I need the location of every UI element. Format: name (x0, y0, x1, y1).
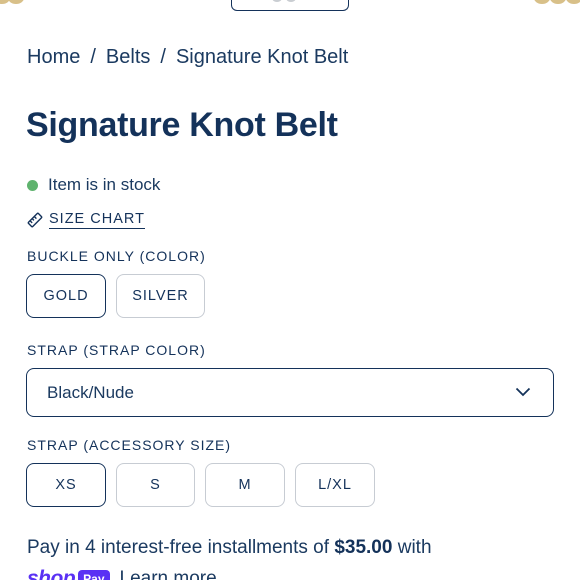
strap-color-select[interactable]: Black/Nude (26, 368, 554, 417)
in-stock-dot-icon (27, 179, 38, 191)
buckle-option-gold[interactable]: GOLD (26, 274, 106, 318)
buckle-option-gold-label: GOLD (43, 288, 89, 304)
buckle-option-silver[interactable]: SILVER (116, 274, 205, 318)
product-page: Home / Belts / Signature Knot Belt Signature… (0, 0, 580, 580)
size-option-lxl-label: L/XL (318, 477, 352, 493)
shop-pay-badge: Pay (78, 570, 110, 580)
stock-status: Item is in stock (27, 175, 160, 195)
ruler-icon (27, 212, 43, 228)
decorative-image-left (0, 0, 44, 6)
buckle-option-silver-label: SILVER (132, 288, 189, 304)
breadcrumb-separator: / (160, 46, 166, 68)
size-option-lxl[interactable]: L/XL (295, 463, 375, 507)
size-option-s[interactable]: S (116, 463, 195, 507)
breadcrumb-separator: / (90, 46, 96, 68)
strap-color-label: STRAP (STRAP COLOR) (27, 342, 206, 358)
installment-amount: $35.00 (334, 537, 393, 558)
size-option-m[interactable]: M (205, 463, 285, 507)
installments-suffix: with (392, 537, 432, 558)
buckle-option-label: BUCKLE ONLY (COLOR) (27, 248, 206, 264)
size-option-s-label: S (150, 477, 161, 493)
installments-prefix: Pay in 4 interest-free installments of (27, 537, 335, 558)
product-title: Signature Knot Belt (26, 106, 338, 144)
stock-status-text: Item is in stock (48, 175, 161, 194)
size-chart-link[interactable]: SIZE CHART (27, 211, 145, 229)
learn-more-link[interactable]: Learn more (120, 568, 217, 580)
shop-pay-row: shop Pay Learn more (27, 567, 217, 580)
strap-size-label: STRAP (ACCESSORY SIZE) (27, 437, 232, 453)
size-option-m-label: M (238, 477, 252, 493)
breadcrumb: Home / Belts / Signature Knot Belt (27, 46, 348, 69)
installments-text: Pay in 4 interest-free installments of $… (27, 537, 432, 559)
size-option-xs[interactable]: XS (26, 463, 106, 507)
strap-color-value: Black/Nude (47, 382, 134, 402)
chevron-down-icon (515, 387, 531, 397)
decorative-image-right (530, 0, 580, 6)
breadcrumb-belts[interactable]: Belts (106, 46, 150, 68)
breadcrumb-home[interactable]: Home (27, 46, 80, 68)
size-option-xs-label: XS (55, 477, 77, 493)
breadcrumb-current: Signature Knot Belt (175, 46, 349, 68)
thumbnail-selected[interactable] (231, 0, 349, 11)
shop-pay-logo: shop (27, 567, 76, 580)
size-chart-label[interactable]: SIZE CHART (49, 211, 145, 229)
